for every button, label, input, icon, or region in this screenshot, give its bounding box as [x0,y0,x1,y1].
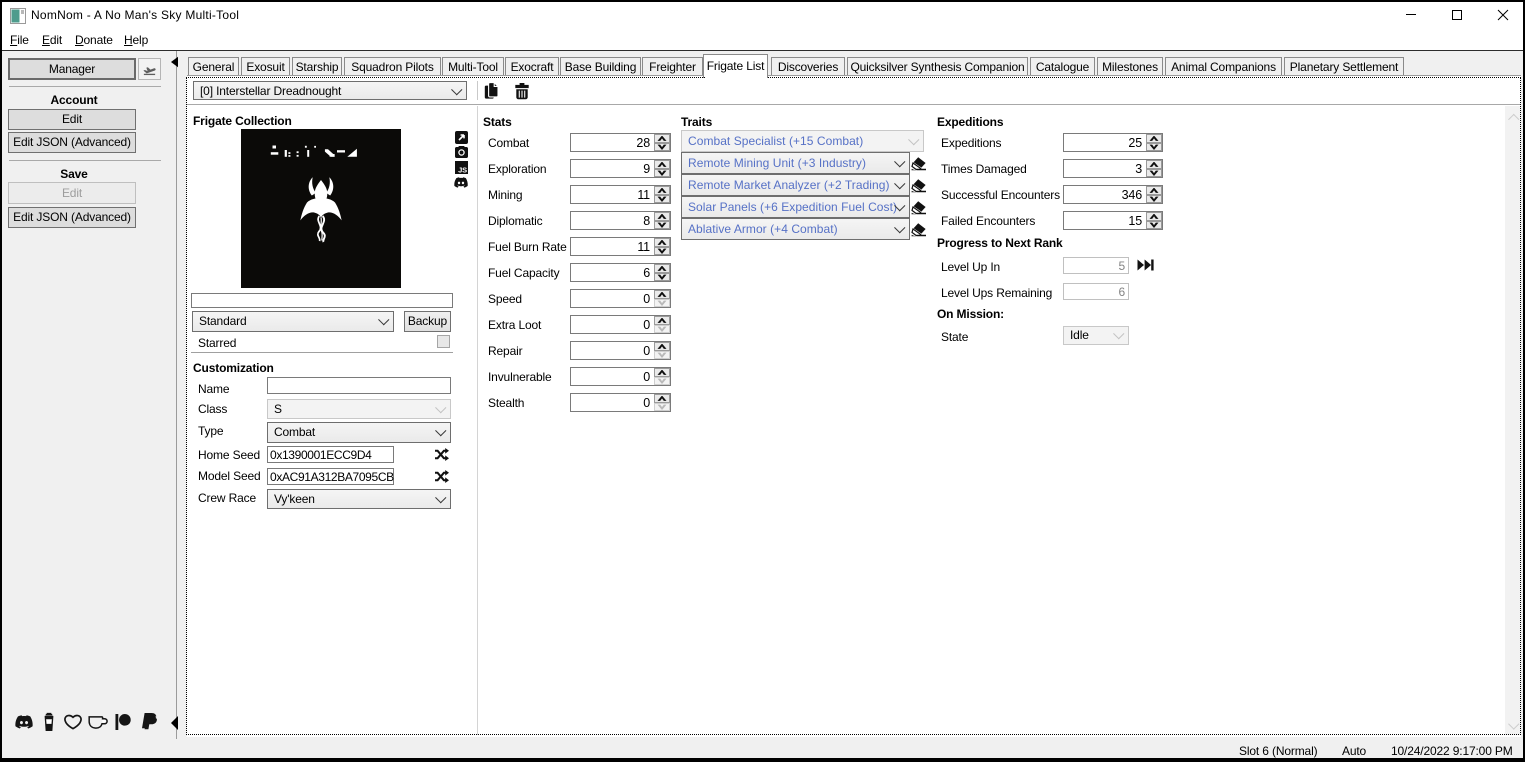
svg-text:JS: JS [458,166,467,175]
